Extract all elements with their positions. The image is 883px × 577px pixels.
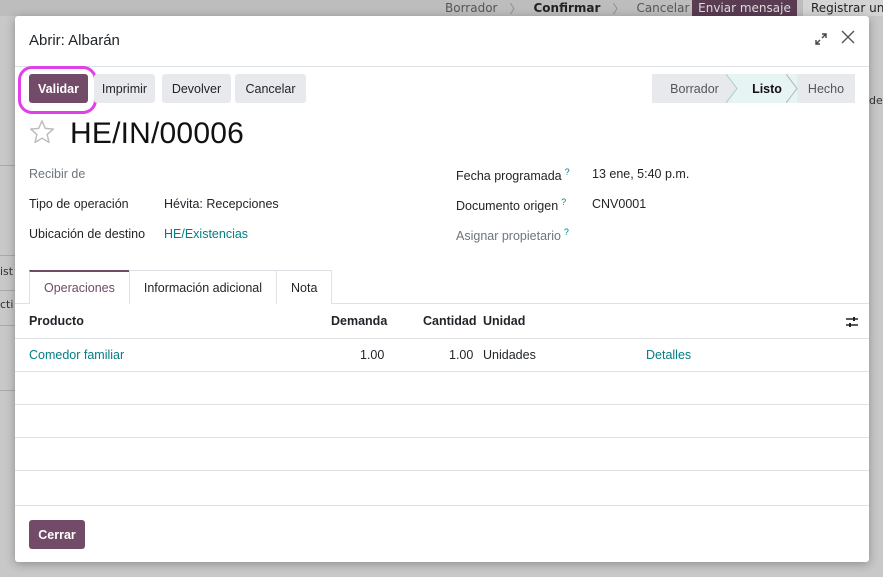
source-doc-label-text: Documento origen [456, 199, 559, 214]
column-header-product[interactable]: Producto [29, 314, 84, 328]
scheduled-date-field[interactable]: 13 ene, 5:40 p.m. [592, 167, 689, 181]
receive-from-label: Recibir de [29, 167, 86, 181]
expand-icon[interactable] [813, 32, 829, 48]
column-header-demand[interactable]: Demanda [331, 314, 387, 328]
unit-cell: Unidades [483, 348, 536, 362]
bg-divider [0, 290, 15, 291]
operation-type-label: Tipo de operación [29, 197, 129, 211]
dialog-title: Abrir: Albarán [29, 32, 120, 49]
row-divider [15, 470, 869, 471]
bg-divider [0, 255, 15, 256]
close-button[interactable]: Cerrar [29, 520, 85, 549]
column-header-quantity[interactable]: Cantidad [423, 314, 476, 328]
bg-stage-confirm: Confirmar [533, 1, 601, 15]
row-divider [15, 371, 869, 372]
bg-divider [0, 165, 15, 166]
stage-draft[interactable]: Borrador [652, 74, 737, 103]
chevron-right-icon: 〉 [612, 1, 625, 16]
source-doc-label: Documento origen? [456, 197, 566, 213]
footer-divider [15, 505, 869, 506]
tab-operations[interactable]: Operaciones [29, 270, 130, 304]
stage-separator-icon [726, 74, 740, 103]
bg-stage-draft: Borrador [445, 1, 498, 15]
status-bar: Borrador Listo Hecho [652, 74, 855, 103]
details-link[interactable]: Detalles [646, 348, 691, 362]
scheduled-date-label: Fecha programada? [456, 167, 570, 183]
record-name: HE/IN/00006 [70, 117, 244, 150]
dest-location-field[interactable]: HE/Existencias [164, 227, 248, 241]
scheduled-date-label-text: Fecha programada [456, 169, 562, 184]
assign-owner-label-text: Asignar propietario [456, 229, 561, 244]
stage-ready-label: Listo [752, 81, 782, 96]
assign-owner-label: Asignar propietario? [456, 227, 569, 243]
notebook-tabs: Operaciones Información adicional Nota [29, 270, 333, 304]
row-divider [15, 437, 869, 438]
bg-send-message-button: Enviar mensaje [692, 0, 797, 16]
background-statusbar: Borrador 〉 Confirmar 〉 Cancelar [433, 0, 701, 16]
dest-location-label: Ubicación de destino [29, 227, 146, 241]
validate-button[interactable]: Validar [29, 74, 88, 103]
row-divider [15, 338, 869, 339]
product-cell[interactable]: Comedor familiar [29, 348, 124, 362]
stage-separator-icon [786, 74, 798, 103]
bg-left-fragment: ist [0, 265, 14, 278]
bg-divider [0, 390, 15, 391]
bg-right-fragment: de [869, 94, 883, 107]
dialog: Abrir: Albarán Validar Imprimir Devolver… [15, 16, 869, 562]
stage-done[interactable]: Hecho [797, 74, 855, 103]
help-icon[interactable]: ? [565, 167, 570, 177]
bg-left-fragment: cti [0, 298, 14, 311]
bg-register-button: Registrar una [803, 0, 883, 16]
demand-cell: 1.00 [360, 348, 385, 362]
operation-type-field[interactable]: Hévita: Recepciones [164, 197, 279, 211]
cancel-button[interactable]: Cancelar [235, 74, 306, 103]
tab-additional-info[interactable]: Información adicional [128, 270, 277, 304]
stage-draft-label: Borrador [670, 81, 719, 96]
tab-note[interactable]: Nota [276, 270, 333, 304]
bg-divider [0, 325, 15, 326]
help-icon[interactable]: ? [564, 227, 569, 237]
help-icon[interactable]: ? [561, 197, 566, 207]
return-button[interactable]: Devolver [162, 74, 231, 103]
star-icon[interactable] [28, 118, 56, 146]
stage-done-label: Hecho [807, 81, 845, 96]
source-doc-field[interactable]: CNV0001 [592, 197, 646, 211]
quantity-cell[interactable]: 1.00 [449, 348, 473, 362]
row-divider [15, 404, 869, 405]
close-icon[interactable] [839, 30, 857, 48]
chevron-right-icon: 〉 [509, 1, 522, 16]
optional-columns-icon[interactable] [845, 315, 859, 329]
dialog-header: Abrir: Albarán [15, 16, 869, 67]
column-header-unit[interactable]: Unidad [483, 314, 525, 328]
print-button[interactable]: Imprimir [94, 74, 155, 103]
bg-stage-cancel: Cancelar [636, 1, 690, 15]
